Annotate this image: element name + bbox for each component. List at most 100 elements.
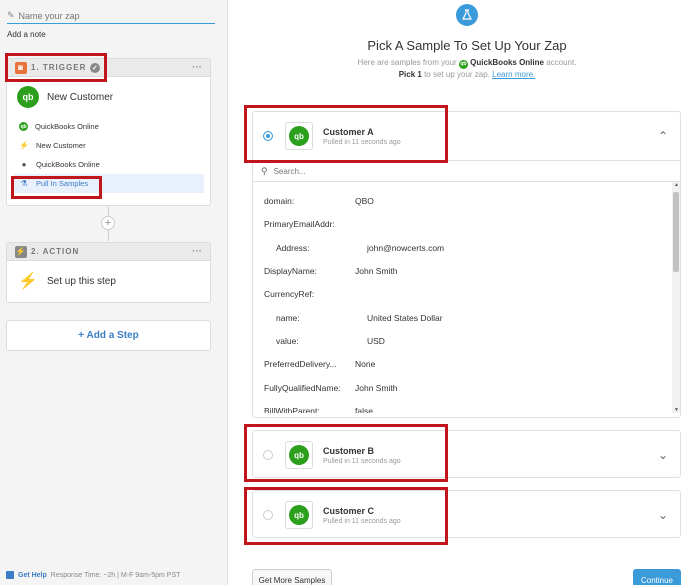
quickbooks-icon: qb	[285, 501, 313, 529]
action-header[interactable]: ⚡ 2. ACTION ···	[7, 243, 210, 261]
field-value: john@nowcerts.com	[367, 243, 445, 253]
field-key: domain:	[264, 196, 295, 206]
field-key: value:	[276, 336, 299, 346]
learn-more-link[interactable]: Learn more.	[492, 70, 535, 79]
get-help-link[interactable]: Get Help	[18, 572, 47, 579]
field-value: USD	[367, 336, 385, 346]
action-header-label: 2. ACTION	[31, 247, 80, 256]
step-label: QuickBooks Online	[36, 160, 100, 169]
continue-button[interactable]: Continue	[633, 569, 681, 585]
sample-name: Customer C	[323, 505, 375, 516]
trigger-header[interactable]: ◙ 1. TRIGGER ✓ ···	[7, 59, 210, 77]
action-title: Set up this step	[47, 275, 116, 287]
field-key: name:	[276, 313, 300, 323]
action-setup-row[interactable]: ⚡ Set up this step	[7, 261, 210, 301]
field-value: QBO	[355, 196, 374, 206]
add-step-between-icon[interactable]: +	[101, 216, 115, 230]
connector-line	[108, 230, 109, 241]
quickbooks-icon: qb	[17, 86, 39, 108]
quickbooks-icon: qb	[19, 122, 28, 131]
sample-name: Customer A	[323, 126, 374, 137]
sample-card-c[interactable]: qb Customer C Pulled in 11 seconds ago ⌄	[252, 490, 681, 538]
fields-scrollbar[interactable]: ▲ ▼	[672, 182, 680, 413]
sample-header-c[interactable]: qb Customer C Pulled in 11 seconds ago ⌄	[253, 491, 680, 539]
trigger-card: ◙ 1. TRIGGER ✓ ··· qb New Customer qb Qu…	[6, 58, 211, 206]
field-key: PrimaryEmailAddr:	[264, 219, 335, 229]
action-card: ⚡ 2. ACTION ··· ⚡ Set up this step	[6, 242, 211, 303]
quickbooks-icon: qb	[458, 59, 468, 69]
page-title: Pick A Sample To Set Up Your Zap	[367, 38, 567, 53]
sample-card-a: qb Customer A Pulled in 11 seconds ago ⌃…	[252, 111, 681, 418]
step-choose-trigger[interactable]: ⚡ New Customer	[13, 136, 204, 155]
help-icon	[6, 571, 14, 579]
pick-count: Pick 1	[398, 70, 422, 79]
step-label: Pull In Samples	[36, 179, 89, 188]
field-value: false	[355, 406, 373, 413]
scroll-up-icon[interactable]: ▲	[674, 182, 679, 188]
sample-fields: domain: QBO PrimaryEmailAddr: Address: j…	[253, 182, 680, 413]
chevron-down-icon[interactable]: ⌄	[658, 448, 668, 462]
pick-instructions: Pick 1 to set up your zap. Learn more.	[229, 70, 688, 79]
add-step-button[interactable]: + Add a Step	[6, 320, 211, 351]
search-icon: ⚲	[261, 165, 268, 176]
pick-suffix: to set up your zap.	[424, 70, 490, 79]
trigger-app-title: New Customer	[47, 91, 114, 103]
add-note-link[interactable]: Add a note	[7, 30, 46, 39]
subtitle-app: QuickBooks Online	[470, 58, 544, 67]
field-value: United States Dollar	[367, 313, 443, 323]
sample-header-b[interactable]: qb Customer B Pulled in 11 seconds ago ⌄	[253, 431, 680, 479]
more-icon[interactable]: ···	[192, 246, 202, 257]
flask-icon	[456, 4, 478, 26]
step-label: New Customer	[36, 141, 86, 150]
trigger-app-icon: ◙	[15, 61, 27, 74]
sample-search[interactable]: ⚲	[253, 160, 680, 182]
sample-radio-b[interactable]	[263, 450, 273, 460]
field-value: John Smith	[355, 383, 398, 393]
scroll-down-icon[interactable]: ▼	[674, 407, 679, 413]
zap-name-input[interactable]	[18, 10, 199, 21]
sample-search-input[interactable]	[273, 166, 654, 176]
more-icon[interactable]: ···	[192, 62, 202, 73]
sample-time: Pulled in 11 seconds ago	[323, 457, 401, 465]
sample-time: Pulled in 11 seconds ago	[323, 517, 401, 525]
step-pull-samples[interactable]: ⚗ Pull In Samples	[13, 174, 204, 193]
zap-name-field[interactable]: ✎	[7, 8, 215, 24]
chevron-down-icon[interactable]: ⌄	[658, 508, 668, 522]
field-key: FullyQualifiedName:	[264, 383, 341, 393]
field-key: Address:	[276, 243, 310, 253]
step-label: QuickBooks Online	[35, 122, 99, 131]
pencil-icon: ✎	[7, 10, 15, 20]
bolt-icon: ⚡	[18, 273, 38, 290]
field-key: PreferredDelivery...	[264, 359, 337, 369]
user-icon: ●	[21, 160, 27, 169]
step-choose-app[interactable]: qb QuickBooks Online	[13, 117, 204, 136]
editor-sidebar: ✎ Add a note ◙ 1. TRIGGER ✓ ··· qb New C…	[0, 0, 228, 585]
bolt-icon: ⚡	[19, 141, 29, 150]
get-more-samples-button[interactable]: Get More Samples	[252, 569, 332, 585]
sample-radio-a[interactable]	[263, 131, 273, 141]
trigger-app-row[interactable]: qb New Customer	[7, 77, 210, 117]
sample-time: Pulled in 11 seconds ago	[323, 138, 401, 146]
quickbooks-icon: qb	[285, 441, 313, 469]
scrollbar-thumb[interactable]	[673, 192, 679, 272]
field-value: John Smith	[355, 266, 398, 276]
field-key: DisplayName:	[264, 266, 317, 276]
page-subtitle: Here are samples from your qb QuickBooks…	[229, 58, 688, 69]
connector-line	[108, 207, 109, 216]
response-time: Response Time: ~2h | M-F 9am-5pm PST	[50, 571, 181, 579]
help-footer: Get Help Response Time: ~2h | M-F 9am-5p…	[6, 571, 180, 579]
sample-radio-c[interactable]	[263, 510, 273, 520]
field-value: None	[355, 359, 376, 369]
action-bolt-icon: ⚡	[15, 245, 27, 258]
field-key: BillWithParent:	[264, 406, 320, 413]
subtitle-suffix: account.	[546, 58, 577, 67]
flask-icon: ⚗	[20, 179, 28, 188]
quickbooks-icon: qb	[285, 122, 313, 150]
sample-card-b[interactable]: qb Customer B Pulled in 11 seconds ago ⌄	[252, 430, 681, 478]
chevron-up-icon[interactable]: ⌃	[658, 129, 668, 143]
trigger-header-label: 1. TRIGGER	[31, 63, 87, 72]
sample-header-a[interactable]: qb Customer A Pulled in 11 seconds ago ⌃	[253, 112, 680, 160]
field-key: CurrencyRef:	[264, 289, 315, 299]
step-choose-account[interactable]: ● QuickBooks Online	[13, 155, 204, 174]
trigger-step-list: qb QuickBooks Online ⚡ New Customer ● Qu…	[7, 117, 210, 197]
